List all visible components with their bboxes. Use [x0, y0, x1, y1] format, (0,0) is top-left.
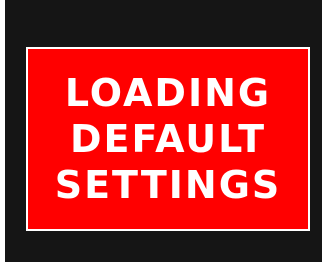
message-line-1: LOADING	[64, 71, 272, 115]
loading-message-panel: LOADING DEFAULT SETTINGS	[26, 47, 310, 231]
device-screen: LOADING DEFAULT SETTINGS	[5, 0, 322, 262]
message-line-3: SETTINGS	[54, 163, 282, 207]
message-line-2: DEFAULT	[69, 117, 267, 161]
